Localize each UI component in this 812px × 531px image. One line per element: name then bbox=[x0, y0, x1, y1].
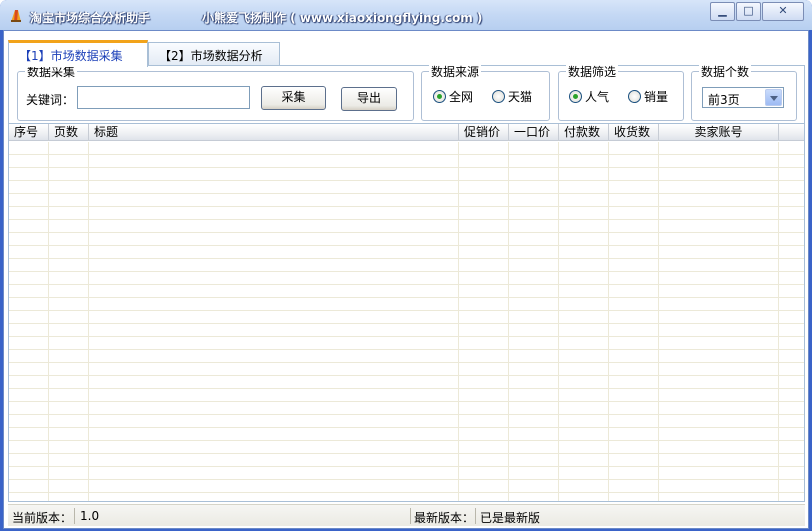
current-version-value: 1.0 bbox=[80, 509, 100, 523]
col-header-index[interactable]: 序号 bbox=[9, 124, 49, 141]
latest-version-label: 最新版本： bbox=[414, 511, 475, 525]
title-bar[interactable]: 淘宝市场综合分析助手 小熊爱飞扬制作 ( www.xiaoxiongflying… bbox=[0, 0, 812, 30]
col-header-filler bbox=[779, 124, 804, 141]
close-button[interactable]: ✕ bbox=[762, 2, 804, 21]
col-header-paid-count[interactable]: 付款数 bbox=[559, 124, 609, 141]
radio-unchecked-icon bbox=[492, 90, 505, 103]
status-bar: 当前版本： 1.0 最新版本： 已是最新版 bbox=[8, 504, 805, 526]
col-header-received-count[interactable]: 收货数 bbox=[609, 124, 659, 141]
column-divider bbox=[558, 142, 559, 501]
source-radio-all-label: 全网 bbox=[449, 90, 474, 104]
tab-market-collect[interactable]: 【1】市场数据采集 bbox=[8, 40, 148, 67]
export-button[interactable]: 导出 bbox=[341, 87, 397, 111]
tab-market-analysis[interactable]: 【2】市场数据分析 bbox=[148, 42, 280, 66]
window-controls: ▁ □ ✕ bbox=[709, 2, 804, 21]
collect-group: 数据采集 关键词： 采集 导出 bbox=[17, 63, 414, 121]
col-header-page[interactable]: 页数 bbox=[49, 124, 89, 141]
minimize-icon: ▁ bbox=[718, 4, 727, 17]
filter-radio-sales-label: 销量 bbox=[644, 90, 669, 104]
status-divider bbox=[410, 508, 411, 524]
table-header: 序号 页数 标题 促销价 一口价 付款数 收货数 卖家账号 bbox=[9, 124, 804, 141]
column-divider bbox=[48, 142, 49, 501]
keyword-label: 关键词： bbox=[26, 93, 75, 107]
radio-checked-icon bbox=[433, 90, 446, 103]
column-divider bbox=[458, 142, 459, 501]
keyword-input[interactable] bbox=[77, 86, 250, 109]
column-divider bbox=[658, 142, 659, 501]
app-window: 淘宝市场综合分析助手 小熊爱飞扬制作 ( www.xiaoxiongflying… bbox=[0, 0, 812, 531]
status-divider bbox=[74, 508, 75, 524]
filter-radio-sales[interactable]: 销量 bbox=[628, 88, 668, 105]
col-header-seller[interactable]: 卖家账号 bbox=[659, 124, 779, 141]
col-header-title[interactable]: 标题 bbox=[89, 124, 459, 141]
close-icon: ✕ bbox=[778, 4, 788, 17]
source-radio-tmall[interactable]: 天猫 bbox=[492, 88, 532, 105]
results-table[interactable]: 序号 页数 标题 促销价 一口价 付款数 收货数 卖家账号 bbox=[8, 123, 805, 502]
column-divider bbox=[88, 142, 89, 501]
filter-legend: 数据筛选 bbox=[566, 63, 619, 80]
source-radio-tmall-label: 天猫 bbox=[508, 90, 533, 104]
source-group: 数据来源 全网 天猫 bbox=[421, 63, 550, 121]
table-body[interactable] bbox=[9, 142, 804, 501]
client-area: 【1】市场数据采集 【2】市场数据分析 数据采集 关键词： 采集 导出 数据来源… bbox=[3, 30, 809, 529]
col-header-fixed-price[interactable]: 一口价 bbox=[509, 124, 559, 141]
page-count-value: 前3页 bbox=[708, 93, 740, 107]
window-subtitle: 小熊爱飞扬制作 ( www.xiaoxiongflying.com ) bbox=[202, 11, 483, 25]
radio-unchecked-icon bbox=[628, 90, 641, 103]
latest-version-value: 已是最新版 bbox=[480, 511, 541, 525]
app-icon bbox=[11, 10, 21, 22]
window-title: 淘宝市场综合分析助手 bbox=[30, 11, 151, 25]
status-divider bbox=[475, 508, 476, 524]
chevron-down-icon[interactable] bbox=[765, 89, 782, 106]
maximize-icon: □ bbox=[743, 4, 754, 17]
column-divider bbox=[608, 142, 609, 501]
minimize-button[interactable]: ▁ bbox=[710, 2, 735, 21]
maximize-button[interactable]: □ bbox=[736, 2, 761, 21]
source-radio-all[interactable]: 全网 bbox=[433, 88, 473, 105]
page-count-select[interactable]: 前3页 bbox=[702, 87, 784, 108]
source-legend: 数据来源 bbox=[429, 63, 482, 80]
radio-checked-icon bbox=[569, 90, 582, 103]
col-header-promo-price[interactable]: 促销价 bbox=[459, 124, 509, 141]
current-version-label: 当前版本： bbox=[12, 511, 73, 525]
filter-radio-popularity[interactable]: 人气 bbox=[569, 88, 609, 105]
count-group: 数据个数 前3页 bbox=[691, 63, 797, 121]
count-legend: 数据个数 bbox=[699, 63, 752, 80]
column-divider bbox=[508, 142, 509, 501]
column-divider bbox=[778, 142, 779, 501]
collect-button[interactable]: 采集 bbox=[261, 86, 326, 110]
filter-radio-popularity-label: 人气 bbox=[585, 90, 610, 104]
filter-group: 数据筛选 人气 销量 bbox=[558, 63, 684, 121]
